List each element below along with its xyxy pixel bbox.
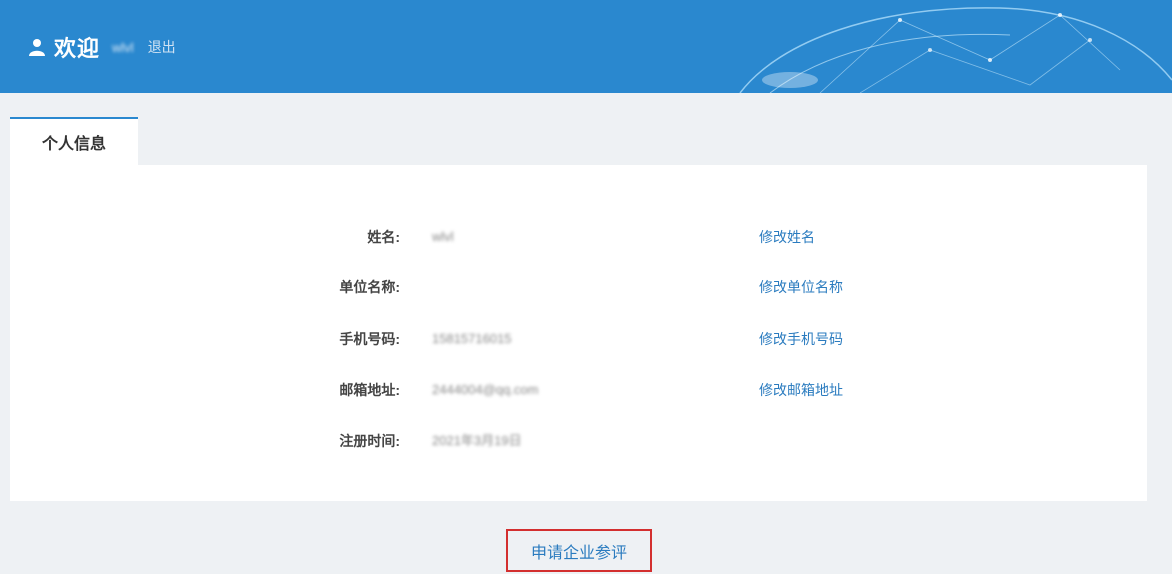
- field-value: 2444004@qq.com: [432, 382, 539, 397]
- user-icon: [29, 39, 45, 56]
- field-label: 单位名称:: [339, 279, 400, 295]
- field-label: 姓名:: [367, 229, 400, 245]
- apply-enterprise-evaluation-button[interactable]: 申请企业参评: [506, 529, 652, 572]
- field-label: 手机号码:: [339, 331, 400, 347]
- field-label: 注册时间:: [339, 433, 400, 449]
- edit-organization-link[interactable]: 修改单位名称: [759, 275, 843, 299]
- logout-link[interactable]: 退出: [148, 37, 176, 57]
- tab-personal-info[interactable]: 个人信息: [10, 117, 138, 165]
- profile-row-name: 姓名: wlvl 修改姓名: [10, 225, 1147, 249]
- profile-row-organization: 单位名称: 修改单位名称: [10, 275, 1147, 299]
- profile-row-registered: 注册时间: 2021年3月19日: [10, 429, 1147, 453]
- welcome-bar: 欢迎 wlvl 退出: [28, 30, 176, 64]
- username: wlvl: [112, 39, 134, 55]
- profile-panel: 姓名: wlvl 修改姓名 单位名称: 修改单位名称 手机号码: 1581571…: [10, 165, 1147, 501]
- edit-phone-link[interactable]: 修改手机号码: [759, 327, 843, 351]
- globe-banner-graphic: [737, 0, 1172, 93]
- edit-email-link[interactable]: 修改邮箱地址: [759, 378, 843, 402]
- top-header: 欢迎 wlvl 退出: [0, 0, 1172, 93]
- field-value: 2021年3月19日: [432, 433, 522, 448]
- field-value: 15815716015: [432, 331, 512, 346]
- field-value: wlvl: [432, 229, 454, 244]
- welcome-text: 欢迎: [54, 36, 101, 61]
- profile-row-phone: 手机号码: 15815716015 修改手机号码: [10, 327, 1147, 351]
- profile-row-email: 邮箱地址: 2444004@qq.com 修改邮箱地址: [10, 378, 1147, 402]
- edit-name-link[interactable]: 修改姓名: [759, 225, 815, 249]
- field-label: 邮箱地址:: [339, 382, 400, 398]
